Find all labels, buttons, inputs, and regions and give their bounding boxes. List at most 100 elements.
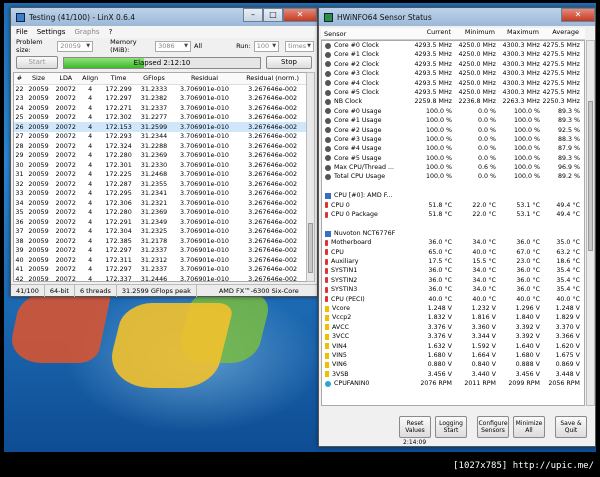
table-row[interactable]: 26 20059 20072 4 172.153 31.2599 3.706901e-010… [14,122,306,132]
column-header[interactable]: LDA [52,73,80,85]
sensor-row[interactable]: Max CPU/Thread ... 100.0 % 0.6 % 100.0 % 96.… [322,163,584,172]
sensor-row[interactable]: Core #0 Clock 4293.5 MHz 4250.0 MHz 4300.3 … [322,41,584,50]
table-row[interactable]: 25 20059 20072 4 172.302 31.2277 3.706901e-010… [14,113,306,123]
results-table-container[interactable]: # Size LDA Align Time GFlops Residual Residual … [13,72,307,282]
sensor-name-cell: SYSTIN1 [322,266,408,275]
col-sensor[interactable]: Sensor [321,28,407,39]
sensor-row[interactable]: Core #5 Usage 100.0 % 0.0 % 100.0 % 89.3 % [322,154,584,163]
sensor-row[interactable]: Core #1 Usage 100.0 % 0.0 % 100.0 % 89.3 % [322,116,584,125]
configure-sensors-button[interactable]: Configure Sensors [477,416,509,438]
save-quit-button[interactable]: Save & Quit [555,416,587,438]
table-row[interactable]: 38 20059 20072 4 172.385 31.2178 3.706901e-010… [14,236,306,246]
sensor-row[interactable]: Core #5 Clock 4293.5 MHz 4250.0 MHz 4300.3 … [322,88,584,97]
sensor-row[interactable]: 3VSB 3.456 V 3.440 V 3.456 V 3.448 V [322,370,584,379]
sensor-row[interactable]: SYSTIN3 36.0 °C 34.0 °C 36.0 °C 35.4 °C [322,285,584,294]
table-row[interactable]: 36 20059 20072 4 172.291 31.2349 3.706901e-010… [14,217,306,227]
start-button[interactable]: Start [16,56,58,69]
sensor-row[interactable]: AVCC 3.376 V 3.360 V 3.392 V 3.370 V [322,323,584,332]
sensor-row[interactable]: Core #2 Usage 100.0 % 0.0 % 100.0 % 92.5 % [322,126,584,135]
table-row[interactable]: 34 20059 20072 4 172.306 31.2321 3.706901e-010… [14,198,306,208]
sensor-row[interactable]: CPU 65.0 °C 40.0 °C 67.0 °C 63.2 °C [322,248,584,257]
col-maximum[interactable]: Maximum [495,28,539,39]
table-row[interactable]: 24 20059 20072 4 172.271 31.2337 3.706901e-010… [14,103,306,113]
table-row[interactable]: 23 20059 20072 4 172.297 31.2382 3.706901e-010… [14,94,306,104]
sensor-row[interactable]: CPU (PECI) 40.0 °C 40.0 °C 40.0 °C 40.0 °C [322,295,584,304]
table-row[interactable]: 35 20059 20072 4 172.280 31.2369 3.706901e-010… [14,208,306,218]
menu-graphs[interactable]: Graphs [74,28,99,36]
hwinfo-close-button[interactable]: ✕ [561,8,595,22]
minimize-button[interactable]: – [243,8,263,22]
menu-settings[interactable]: Settings [37,28,66,36]
table-row[interactable]: 37 20059 20072 4 172.304 31.2325 3.706901e-010… [14,227,306,237]
table-row[interactable]: 39 20059 20072 4 172.297 31.2337 3.706901e-010… [14,246,306,256]
stop-button[interactable]: Stop [266,56,312,69]
col-minimum[interactable]: Minimum [451,28,495,39]
run-unit-combo[interactable]: times ▼ [285,40,314,52]
table-row[interactable]: 22 20059 20072 4 172.299 31.2333 3.706901e-010… [14,84,306,94]
table-row[interactable]: 32 20059 20072 4 172.287 31.2355 3.706901e-010… [14,179,306,189]
scrollbar-thumb[interactable] [588,101,593,251]
reset-values-button[interactable]: Reset Values [399,416,431,438]
column-header[interactable]: Residual (norm.) [237,73,306,85]
sensor-row[interactable]: Auxiliary 17.5 °C 15.5 °C 23.0 °C 18.6 °C [322,257,584,266]
table-row[interactable]: 29 20059 20072 4 172.280 31.2369 3.706901e-010… [14,151,306,161]
sensor-row[interactable]: Core #0 Usage 100.0 % 0.0 % 100.0 % 89.3 % [322,107,584,116]
sensor-row[interactable]: Vcore 1.248 V 1.232 V 1.296 V 1.248 V [322,304,584,313]
sensor-row[interactable]: SYSTIN1 36.0 °C 34.0 °C 36.0 °C 35.4 °C [322,266,584,275]
sensor-current: 4293.5 MHz [414,79,452,87]
linx-titlebar[interactable]: Testing (41/100) - LinX 0.6.4 – □ ✕ [11,8,317,26]
column-header[interactable]: Size [24,73,53,85]
table-row[interactable]: 33 20059 20072 4 172.295 31.2341 3.706901e-010… [14,189,306,199]
sensor-row[interactable]: Motherboard 36.0 °C 34.0 °C 36.0 °C 35.0 °C [322,238,584,247]
minimize-all-button[interactable]: Minimize All [513,416,545,438]
run-count-combo[interactable]: 100 ▼ [253,40,280,52]
scrollbar-thumb[interactable] [308,223,313,273]
linx-window[interactable]: Testing (41/100) - LinX 0.6.4 – □ ✕ File… [10,7,318,297]
table-row[interactable]: 40 20059 20072 4 172.311 31.2312 3.706901e-010… [14,255,306,265]
menu-help[interactable]: ? [109,28,113,36]
sensor-row[interactable]: Total CPU Usage 100.0 % 0.0 % 100.0 % 89.2 % [322,172,584,181]
column-header[interactable]: # [14,73,25,85]
sensor-row[interactable]: VIN4 1.632 V 1.592 V 1.640 V 1.620 V [322,342,584,351]
table-row[interactable]: 27 20059 20072 4 172.293 31.2344 3.706901e-010… [14,132,306,142]
sensor-row[interactable]: Core #3 Usage 100.0 % 0.0 % 100.0 % 88.3 % [322,135,584,144]
logging-start-button[interactable]: Logging Start [435,416,467,438]
sensor-row[interactable]: Core #2 Clock 4293.5 MHz 4250.0 MHz 4300.3 … [322,60,584,69]
sensor-row[interactable]: VIN5 1.680 V 1.664 V 1.680 V 1.675 V [322,351,584,360]
sensor-row[interactable]: 3VCC 3.376 V 3.344 V 3.392 V 3.366 V [322,332,584,341]
column-header[interactable]: GFlops [136,73,172,85]
table-row[interactable]: 42 20059 20072 4 172.337 31.2446 3.706901e-010… [14,274,306,281]
col-current[interactable]: Current [407,28,451,39]
maximize-button[interactable]: □ [263,8,283,22]
table-row[interactable]: 30 20059 20072 4 172.301 31.2330 3.706901e-010… [14,160,306,170]
table-row[interactable]: 31 20059 20072 4 172.225 31.2468 3.706901e-010… [14,170,306,180]
sensor-row[interactable]: CPU 0 Package 51.8 °C 22.0 °C 53.1 °C 49.4 °… [322,210,584,219]
column-header[interactable]: Residual [171,73,238,85]
column-header[interactable]: Time [100,73,137,85]
sensor-group[interactable]: CPU [#0]: AMD F... [322,191,584,200]
close-button[interactable]: ✕ [283,8,317,22]
sensor-row[interactable]: SYSTIN2 36.0 °C 34.0 °C 36.0 °C 35.4 °C [322,276,584,285]
sensor-row[interactable]: VIN6 0.880 V 0.840 V 0.888 V 0.869 V [322,360,584,369]
sensor-row[interactable]: Vccp2 1.832 V 1.816 V 1.840 V 1.829 V [322,313,584,322]
sensor-row[interactable]: Core #4 Clock 4293.5 MHz 4250.0 MHz 4300.3 … [322,79,584,88]
sensor-row[interactable]: Core #1 Clock 4293.5 MHz 4250.0 MHz 4300.3 … [322,50,584,59]
sensor-group[interactable]: Nuvoton NCT6776F [322,229,584,238]
memory-combo[interactable]: 3086 ▼ [155,40,192,52]
sensor-row[interactable]: CPUFANIN0 2076 RPM 2011 RPM 2099 RPM 2056 RP… [322,379,584,388]
sensor-row[interactable]: Core #3 Clock 4293.5 MHz 4250.0 MHz 4300.3 … [322,69,584,78]
sensor-row[interactable]: Core #4 Usage 100.0 % 0.0 % 100.0 % 87.9 % [322,144,584,153]
sensor-row[interactable]: NB Clock 2259.8 MHz 2236.8 MHz 2263.3 MHz 22… [322,97,584,106]
column-header[interactable]: Align [79,73,101,85]
hwinfo-window[interactable]: HWiNFO64 Sensor Status ✕ Sensor Current … [318,7,596,447]
table-row[interactable]: 28 20059 20072 4 172.324 31.2288 3.706901e-010… [14,141,306,151]
results-scrollbar[interactable] [306,72,315,282]
table-row[interactable]: 41 20059 20072 4 172.297 31.2337 3.706901e-010… [14,265,306,275]
sensor-scrollbar[interactable] [586,40,595,406]
hwinfo-titlebar[interactable]: HWiNFO64 Sensor Status ✕ [319,8,595,26]
sensor-row[interactable]: CPU 0 51.8 °C 22.0 °C 53.1 °C 49.4 °C [322,201,584,210]
menu-file[interactable]: File [16,28,28,36]
col-average[interactable]: Average [539,28,581,39]
problem-size-combo[interactable]: 20059 ▼ [57,40,94,52]
sensor-list[interactable]: Core #0 Clock 4293.5 MHz 4250.0 MHz 4300.3 … [321,40,585,406]
